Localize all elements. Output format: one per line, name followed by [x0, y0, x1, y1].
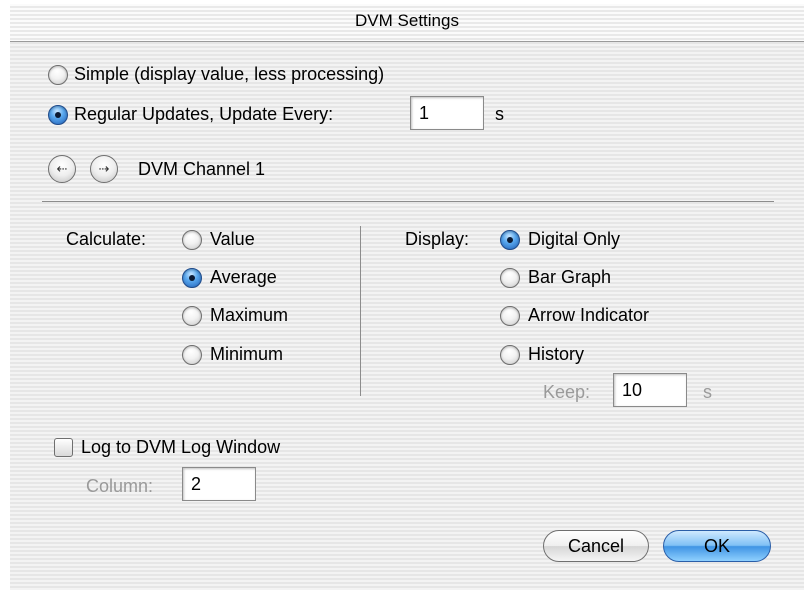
update-interval-input[interactable]: 1: [410, 96, 484, 130]
channel-label: DVM Channel 1: [138, 159, 266, 179]
title-bar: DVM Settings: [10, 4, 804, 42]
section-divider: [42, 201, 774, 202]
calculate-average-label[interactable]: Average: [210, 266, 277, 288]
display-bar-graph-radio[interactable]: [500, 268, 520, 288]
log-window-label[interactable]: Log to DVM Log Window: [81, 436, 280, 458]
ok-button[interactable]: OK: [663, 530, 771, 562]
arrow-right-icon: ⇢: [98, 161, 110, 176]
display-history-radio[interactable]: [500, 345, 520, 365]
display-label: Display:: [405, 229, 470, 249]
group-divider: [360, 226, 361, 396]
simple-mode-label[interactable]: Simple (display value, less processing): [74, 63, 384, 85]
window-title: DVM Settings: [355, 11, 459, 30]
display-arrow-indicator-radio[interactable]: [500, 306, 520, 326]
regular-updates-label[interactable]: Regular Updates, Update Every:: [74, 103, 333, 125]
cancel-button[interactable]: Cancel: [543, 530, 649, 562]
simple-mode-radio[interactable]: [48, 65, 68, 85]
keep-label: Keep:: [543, 382, 591, 402]
arrow-left-icon: ⇠: [56, 161, 68, 176]
keep-unit: s: [703, 382, 712, 402]
regular-updates-radio[interactable]: [48, 105, 68, 125]
display-arrow-indicator-label[interactable]: Arrow Indicator: [528, 304, 649, 326]
calculate-value-label[interactable]: Value: [210, 228, 255, 250]
calculate-minimum-label[interactable]: Minimum: [210, 343, 283, 365]
log-window-checkbox[interactable]: [54, 438, 73, 457]
display-history-label[interactable]: History: [528, 343, 584, 365]
calculate-maximum-radio[interactable]: [182, 306, 202, 326]
display-digital-only-radio[interactable]: [500, 230, 520, 250]
next-channel-button[interactable]: ⇢: [90, 155, 118, 183]
calculate-maximum-label[interactable]: Maximum: [210, 304, 288, 326]
update-interval-unit: s: [495, 104, 504, 124]
previous-channel-button[interactable]: ⇠: [48, 155, 76, 183]
calculate-value-radio[interactable]: [182, 230, 202, 250]
calculate-label: Calculate:: [66, 229, 147, 249]
keep-history-input[interactable]: 10: [613, 373, 687, 407]
display-digital-only-label[interactable]: Digital Only: [528, 228, 620, 250]
column-label: Column:: [86, 476, 154, 496]
log-column-input[interactable]: 2: [182, 467, 256, 501]
calculate-average-radio[interactable]: [182, 268, 202, 288]
dvm-settings-dialog: DVM Settings Simple (display value, less…: [10, 4, 804, 590]
display-bar-graph-label[interactable]: Bar Graph: [528, 266, 611, 288]
calculate-minimum-radio[interactable]: [182, 345, 202, 365]
